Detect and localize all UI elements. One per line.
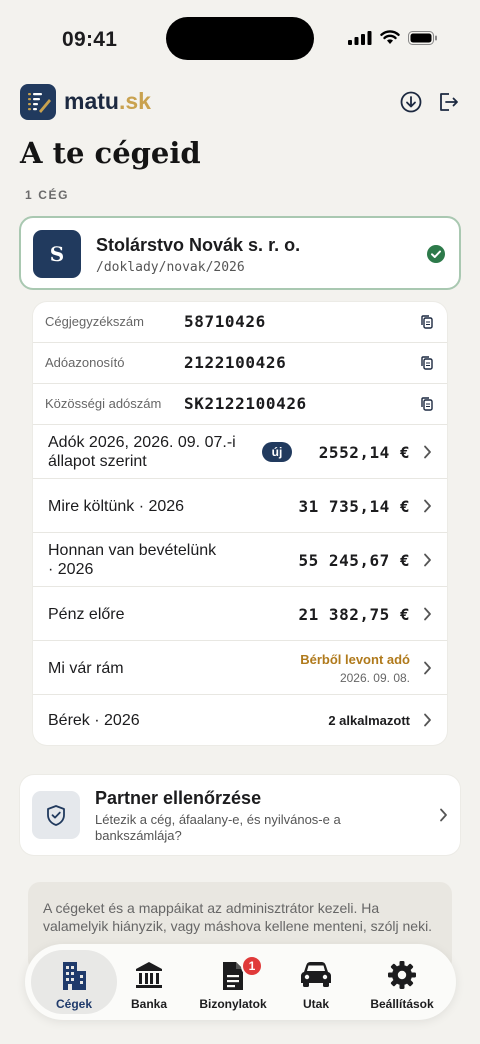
upcoming-label: Mi vár rám — [48, 660, 124, 677]
copy-icon — [421, 397, 433, 411]
chevron-right-icon — [424, 713, 431, 727]
selected-check-icon — [427, 245, 445, 263]
wifi-icon — [380, 30, 400, 44]
upcoming-row[interactable]: Mi vár rám Bérből levont adó 2026. 09. 0… — [33, 641, 447, 695]
bank-icon — [136, 962, 162, 988]
chevron-right-icon — [424, 607, 431, 621]
copy-registration-button[interactable] — [419, 314, 435, 330]
chevron-right-icon — [424, 499, 431, 513]
wages-row[interactable]: Bérek · 2026 2 alkalmazott — [33, 695, 447, 745]
prepaid-label: Pénz előre — [48, 606, 125, 623]
logout-button[interactable] — [436, 90, 460, 114]
tab-label: Beállítások — [370, 997, 434, 1011]
status-bar: 09:41 — [0, 0, 480, 78]
status-time: 09:41 — [62, 28, 118, 51]
taxes-label: Adók 2026, 2026. 09. 07.-i állapot szerin… — [48, 434, 236, 470]
detail-row-registration: Cégjegyzékszám 58710426 — [33, 302, 447, 343]
car-icon — [301, 962, 331, 987]
tab-label: Utak — [302, 997, 329, 1011]
company-count: 1 CÉG — [25, 188, 70, 202]
tax-id-value: 2122100426 — [184, 353, 287, 372]
spending-label: Mire költünk · 2026 — [48, 498, 185, 515]
company-details: Cégjegyzékszám 58710426 Adóazonosító 212… — [33, 302, 447, 745]
detail-row-vat-id: Közösségi adószám SK2122100426 — [33, 384, 447, 425]
income-amount: 55 245,67 € — [298, 551, 410, 570]
copy-vat-id-button[interactable] — [419, 396, 435, 412]
income-row[interactable]: Honnan van bevételünk · 2026 55 245,67 € — [33, 533, 447, 587]
taxes-row[interactable]: Adók 2026, 2026. 09. 07.-i állapot szerin… — [33, 425, 447, 479]
chevron-right-icon — [424, 445, 431, 459]
copy-icon — [421, 356, 433, 370]
spending-amount: 31 735,14 € — [298, 497, 410, 516]
company-avatar: S — [33, 230, 81, 278]
upcoming-date: 2026. 09. 08. — [339, 671, 410, 685]
partner-check-card[interactable]: Partner ellenőrzése Létezik a cég, áfaal… — [20, 775, 460, 855]
vat-id-label: Közösségi adószám — [45, 396, 162, 411]
income-label: Honnan van bevételünk · 2026 — [48, 542, 217, 578]
tab-settings[interactable]: Beállítások — [357, 950, 447, 1014]
company-folder-path: /doklady/novak/2026 — [96, 260, 245, 275]
battery-icon — [408, 30, 437, 45]
tax-id-label: Adóazonosító — [45, 355, 125, 370]
brand-name: matu.sk — [64, 88, 151, 114]
building-icon — [63, 962, 86, 990]
wages-label: Bérek · 2026 — [48, 712, 140, 729]
tab-receipts[interactable]: 1 Bizonylatok — [191, 950, 275, 1014]
registration-value: 58710426 — [184, 312, 266, 331]
dynamic-island — [166, 17, 314, 60]
tab-companies[interactable]: Cégek — [31, 950, 117, 1014]
chevron-right-icon — [424, 661, 431, 675]
partner-check-description: Létezik a cég, áfaalany-e, és nyilvános-… — [95, 812, 341, 843]
notepad-pen-icon — [28, 93, 51, 113]
upcoming-title: Bérből levont adó — [300, 652, 410, 667]
company-name: Stolárstvo Novák s. r. o. — [96, 235, 301, 255]
vat-id-value: SK2122100426 — [184, 394, 307, 413]
partner-check-title: Partner ellenőrzése — [95, 788, 262, 808]
spending-row[interactable]: Mire költünk · 2026 31 735,14 € — [33, 479, 447, 533]
status-icons — [348, 30, 438, 45]
taxes-amount: 2552,14 € — [318, 443, 410, 462]
company-card[interactable]: S Stolárstvo Novák s. r. o. /doklady/nov… — [19, 216, 461, 290]
cellular-signal-icon — [348, 30, 372, 45]
download-button[interactable] — [399, 90, 423, 114]
copy-icon — [421, 315, 433, 329]
tab-trips[interactable]: Utak — [286, 950, 346, 1014]
chevron-right-icon — [440, 808, 447, 822]
app-logo — [20, 84, 56, 120]
copy-tax-id-button[interactable] — [419, 355, 435, 371]
download-icon — [400, 91, 422, 113]
detail-row-tax-id: Adóazonosító 2122100426 — [33, 343, 447, 384]
tab-bar: Cégek Banka 1 Bizonylatok Utak Beállítás… — [25, 944, 456, 1020]
prepaid-amount: 21 382,75 € — [298, 605, 410, 624]
tab-label: Bizonylatok — [199, 997, 267, 1011]
prepaid-row[interactable]: Pénz előre 21 382,75 € — [33, 587, 447, 641]
wages-value: 2 alkalmazott — [328, 713, 410, 728]
gear-icon — [388, 961, 416, 989]
logout-icon — [440, 93, 458, 111]
new-badge: új — [262, 442, 292, 462]
admin-info-text: A cégeket és a mappáikat az adminisztrát… — [43, 900, 433, 934]
tab-bank[interactable]: Banka — [119, 950, 179, 1014]
receipts-notification-badge: 1 — [241, 955, 263, 977]
shield-check-icon — [32, 791, 80, 839]
tab-label: Banka — [130, 997, 168, 1011]
tab-label: Cégek — [55, 997, 93, 1011]
chevron-right-icon — [424, 553, 431, 567]
registration-label: Cégjegyzékszám — [45, 314, 144, 329]
page-title: A te cégeid — [20, 136, 201, 170]
